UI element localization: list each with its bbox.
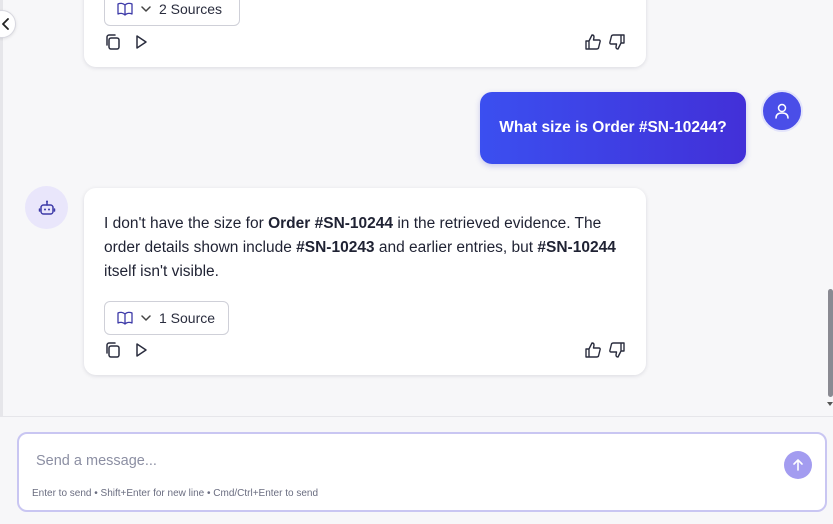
play-icon[interactable] <box>132 33 150 51</box>
chevron-down-icon <box>141 315 151 321</box>
assistant-message-text: I don't have the size for Order #SN-1024… <box>104 215 616 280</box>
arrow-up-icon <box>793 459 803 471</box>
sources-label: 2 Sources <box>159 1 223 17</box>
book-open-icon <box>117 2 133 16</box>
thumbs-up-icon[interactable] <box>584 33 602 51</box>
sources-toggle-button[interactable]: 2 Sources <box>104 0 240 26</box>
assistant-avatar <box>25 186 68 229</box>
user-message-bubble: What size is Order #SN-10244? <box>480 92 746 164</box>
chevron-left-icon <box>2 18 9 30</box>
scroll-down-arrow[interactable] <box>827 402 833 406</box>
play-icon[interactable] <box>132 341 150 359</box>
user-avatar <box>761 90 803 132</box>
chevron-down-icon <box>141 6 151 12</box>
assistant-message-card: I don't have the size for Order #SN-1024… <box>84 188 646 375</box>
sources-toggle-button[interactable]: 1 Source <box>104 301 229 335</box>
thumbs-down-icon[interactable] <box>608 341 626 359</box>
thumbs-up-icon[interactable] <box>584 341 602 359</box>
message-input[interactable] <box>36 450 756 472</box>
chat-messages-area: 2 Sources What size is Order #SN-10244? <box>0 0 833 416</box>
book-open-icon <box>117 311 133 325</box>
user-icon <box>775 103 789 119</box>
user-message-text: What size is Order #SN-10244? <box>499 119 727 136</box>
message-actions <box>104 341 626 361</box>
message-actions <box>104 33 626 53</box>
assistant-message-card: 2 Sources <box>84 0 646 67</box>
composer-area: Enter to send • Shift+Enter for new line… <box>0 416 833 524</box>
scrollbar-thumb[interactable] <box>828 289 833 397</box>
sources-label: 1 Source <box>159 310 216 326</box>
collapse-sidebar-button[interactable] <box>0 10 16 38</box>
message-composer: Enter to send • Shift+Enter for new line… <box>17 432 827 512</box>
thumbs-down-icon[interactable] <box>608 33 626 51</box>
left-border <box>0 0 3 416</box>
bot-icon <box>38 200 55 215</box>
copy-icon[interactable] <box>104 33 122 51</box>
send-button[interactable] <box>784 451 812 479</box>
composer-hint: Enter to send • Shift+Enter for new line… <box>32 488 319 499</box>
copy-icon[interactable] <box>104 341 122 359</box>
